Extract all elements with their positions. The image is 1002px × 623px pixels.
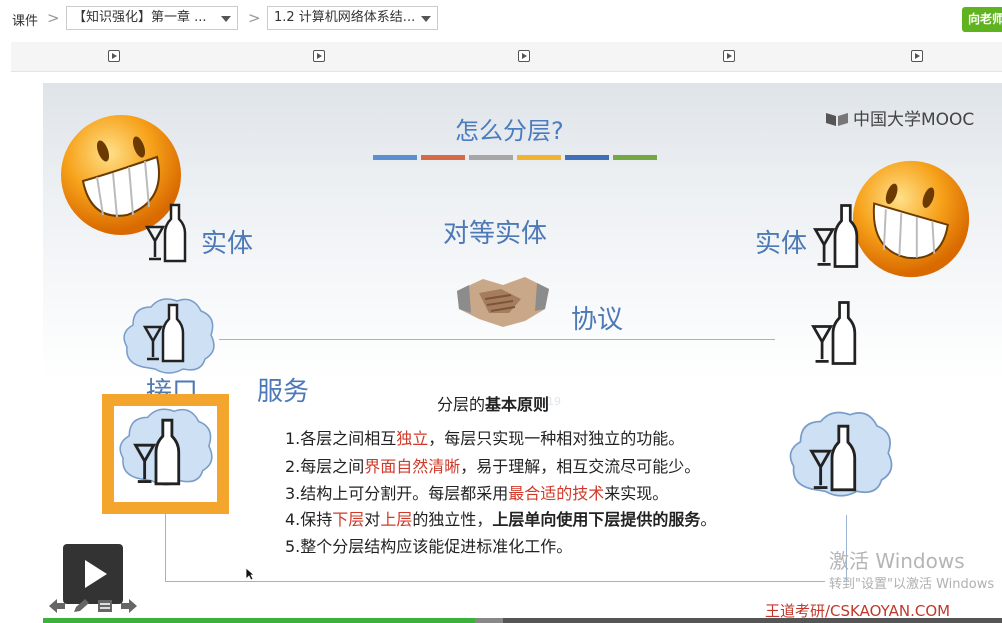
principles-title-plain: 分层的 xyxy=(437,395,486,414)
principle-text: 对 xyxy=(364,510,381,529)
book-icon xyxy=(826,113,848,126)
handshake-icon xyxy=(457,277,549,327)
principle-item: 1.各层之间相互独立，每层只实现一种相对独立的功能。 xyxy=(285,425,684,449)
eraser-icon[interactable] xyxy=(96,598,114,614)
entity-right-label: 实体 xyxy=(755,229,808,259)
tab-video-5[interactable] xyxy=(831,42,1002,72)
title-underline-bars xyxy=(373,155,657,160)
bottle-glass-icon xyxy=(809,424,857,492)
principle-text: 独立 xyxy=(396,429,429,448)
mooc-logo-text: 中国大学MOOC xyxy=(853,110,975,130)
title-underline-bar xyxy=(565,155,609,160)
play-button[interactable] xyxy=(63,544,123,604)
bottle-glass-icon xyxy=(144,203,187,263)
section-select-label: 1.2 计算机网络体系结... xyxy=(274,10,416,25)
protocol-line xyxy=(219,339,775,340)
section-select[interactable]: 1.2 计算机网络体系结... xyxy=(267,6,438,30)
video-play-icon xyxy=(722,50,735,62)
connector-line xyxy=(165,581,825,582)
principle-item: 2.每层之间界面自然清晰，易于理解，相互交流尽可能少。 xyxy=(285,453,700,477)
bottle-glass-icon xyxy=(142,303,185,363)
video-player[interactable]: 怎么分层? 中国大学MOOC 实体 对等实体 实体 协议 接口 服务 2019 … xyxy=(43,83,1002,623)
connector-line xyxy=(165,513,166,581)
chapter-select[interactable]: 【知识强化】第一章 ... xyxy=(66,6,238,30)
title-underline-bar xyxy=(613,155,657,160)
peer-entity-label: 对等实体 xyxy=(443,219,548,249)
principle-text: 1.各层之间相互 xyxy=(285,429,397,448)
arrow-left-icon[interactable] xyxy=(48,598,66,614)
principles-title-bold: 基本原则 xyxy=(485,395,550,414)
chapter-select-label: 【知识强化】第一章 ... xyxy=(73,10,207,25)
video-play-icon xyxy=(107,50,120,62)
protocol-label: 协议 xyxy=(571,305,624,335)
mouse-cursor-icon xyxy=(245,567,255,581)
windows-activation-title: 激活 Windows xyxy=(829,549,965,573)
tab-video-1[interactable] xyxy=(11,42,216,72)
tab-video-3[interactable] xyxy=(421,42,626,72)
principles-title: 分层的基本原则 xyxy=(437,391,549,415)
principle-item: 5.整个分层结构应该能促进标准化工作。 xyxy=(285,533,572,557)
video-play-icon xyxy=(312,50,325,62)
chevron-down-icon xyxy=(221,16,231,22)
principle-text: 的独立性， xyxy=(412,510,493,529)
breadcrumb: 课件 > 【知识强化】第一章 ... > 1.2 计算机网络体系结... 向老师 xyxy=(0,0,1002,40)
principle-text: 界面自然清晰 xyxy=(364,457,461,476)
principle-text: 下层 xyxy=(332,510,365,529)
slide-title: 怎么分层? xyxy=(455,117,564,145)
video-progress-bar[interactable] xyxy=(43,618,1002,623)
bottle-glass-icon xyxy=(133,418,181,486)
principle-text: 3.结构上可分割开。每层都采用 xyxy=(285,484,509,503)
title-underline-bar xyxy=(517,155,561,160)
mooc-logo: 中国大学MOOC xyxy=(825,105,974,130)
pen-icon[interactable] xyxy=(72,598,90,614)
unit-tabs xyxy=(11,42,1002,72)
title-underline-bar xyxy=(469,155,513,160)
breadcrumb-separator: > xyxy=(47,9,60,27)
arrow-right-icon[interactable] xyxy=(120,598,138,614)
breadcrumb-separator: > xyxy=(248,9,261,27)
chevron-down-icon xyxy=(421,16,431,22)
progress-fill xyxy=(43,618,475,623)
tab-video-4[interactable] xyxy=(626,42,831,72)
title-underline-bar xyxy=(421,155,465,160)
breadcrumb-root[interactable]: 课件 xyxy=(12,10,38,29)
video-play-icon xyxy=(910,50,923,62)
principle-text: ，易于理解，相互交流尽可能少。 xyxy=(460,457,701,476)
principle-text: 。 xyxy=(700,510,717,529)
entity-left-label: 实体 xyxy=(201,229,254,259)
bottle-glass-icon xyxy=(813,204,859,268)
principle-text: 4.保持 xyxy=(285,510,333,529)
principle-text: ，每层只实现一种相对独立的功能。 xyxy=(428,429,685,448)
bottle-glass-icon xyxy=(811,301,857,365)
principle-item: 4.保持下层对上层的独立性，上层单向使用下层提供的服务。 xyxy=(285,506,716,530)
principle-text: 2.每层之间 xyxy=(285,457,365,476)
title-underline-bar xyxy=(373,155,417,160)
principle-text: 上层 xyxy=(380,510,413,529)
ask-teacher-button[interactable]: 向老师 xyxy=(962,7,1002,32)
windows-activation-hint: 转到"设置"以激活 Windows xyxy=(829,577,995,592)
tab-video-2[interactable] xyxy=(216,42,421,72)
service-label: 服务 xyxy=(257,377,310,407)
principle-item: 3.结构上可分割开。每层都采用最合适的技术来实现。 xyxy=(285,480,668,504)
principle-text: 5.整个分层结构应该能促进标准化工作。 xyxy=(285,537,573,556)
smiley-face-right-icon xyxy=(852,160,970,278)
video-play-icon xyxy=(517,50,530,62)
principle-text: 来实现。 xyxy=(604,484,669,503)
principle-text: 最合适的技术 xyxy=(508,484,605,503)
principle-text: 上层单向使用下层提供的服务 xyxy=(492,510,701,529)
drawing-toolbar xyxy=(48,598,138,614)
